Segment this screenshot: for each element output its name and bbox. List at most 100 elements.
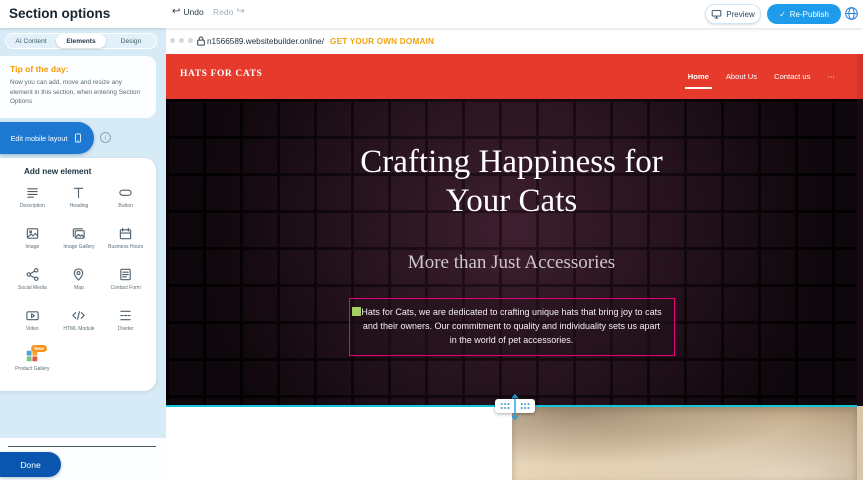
element-label: Product Gallery [15, 366, 49, 372]
preview-scrollbar[interactable] [857, 54, 863, 480]
tip-of-the-day-card: Tip of the day: Now you can add, move an… [0, 56, 156, 118]
element-button[interactable]: Button [102, 183, 149, 219]
edit-mobile-layout-button[interactable]: Edit mobile layout [0, 122, 94, 154]
globe-language-icon[interactable] [844, 6, 859, 21]
nav-more-icon[interactable]: ⋯ [827, 72, 835, 81]
hero-body-text: Hats for Cats, we are dedicated to craft… [361, 307, 661, 345]
done-button[interactable]: Done [0, 452, 61, 477]
element-social-media[interactable]: Social Media [9, 265, 56, 301]
social-media-icon [25, 267, 40, 282]
undo-button[interactable]: ↩ Undo [172, 7, 204, 17]
lock-icon [196, 35, 206, 47]
app-window: Section options ↩ Undo Redo ↪ Preview ✓ … [0, 0, 863, 480]
element-video[interactable]: Video [9, 306, 56, 342]
mobile-phone-icon [73, 131, 83, 145]
redo-icon: ↪ [236, 7, 244, 17]
element-divider[interactable]: Divider [102, 306, 149, 342]
business-hours-icon [118, 226, 133, 241]
element-contact-form[interactable]: Contact Form [102, 265, 149, 301]
element-label: Social Media [18, 285, 47, 291]
tab-ai-content[interactable]: AI Content [6, 34, 56, 48]
element-product-gallery[interactable]: New Product Gallery [9, 347, 56, 383]
grip-dots-icon [520, 402, 530, 410]
element-grid: Description Heading Button Image Image G… [9, 183, 149, 383]
element-label: Divider [118, 326, 134, 332]
add-element-panel: Add new element Description Heading Butt… [0, 158, 156, 391]
element-label: Heading [70, 203, 89, 209]
undo-label: Undo [183, 7, 203, 17]
html-module-icon [71, 308, 86, 323]
editor-main-area: n1566589.websitebuilder.online/GET YOUR … [166, 28, 863, 480]
nav-about-us[interactable]: About Us [726, 72, 757, 81]
check-icon: ✓ [779, 10, 786, 19]
footer-divider [8, 446, 156, 447]
divider-icon [118, 308, 133, 323]
hero-section[interactable]: Crafting Happiness for Your Cats More th… [166, 99, 857, 406]
sidebar-tabs: AI Content Elements Design [5, 33, 157, 49]
redo-label: Redo [213, 7, 233, 17]
preview-label: Preview [726, 10, 754, 19]
site-url[interactable]: n1566589.websitebuilder.online/ [207, 37, 324, 46]
element-label: Business Hours [108, 244, 143, 250]
image-icon [25, 226, 40, 241]
image-gallery-icon [71, 226, 86, 241]
element-label: Video [26, 326, 39, 332]
element-heading[interactable]: Heading [56, 183, 103, 219]
browser-chrome-bar: n1566589.websitebuilder.online/GET YOUR … [166, 28, 863, 54]
get-domain-link[interactable]: GET YOUR OWN DOMAIN [330, 37, 434, 46]
hero-title[interactable]: Crafting Happiness for Your Cats [166, 143, 857, 221]
republish-button[interactable]: ✓ Re-Publish [767, 4, 841, 24]
redo-button[interactable]: Redo ↪ [213, 7, 245, 17]
element-map[interactable]: Map [56, 265, 103, 301]
undo-icon: ↩ [172, 7, 180, 17]
hero-subtitle[interactable]: More than Just Accessories [166, 252, 857, 274]
grip-dots-icon [500, 402, 510, 410]
button-icon [118, 185, 133, 200]
element-image[interactable]: Image [9, 224, 56, 260]
nav-contact-us[interactable]: Contact us [774, 72, 810, 81]
tab-design[interactable]: Design [106, 34, 156, 48]
monitor-icon [711, 9, 722, 20]
element-business-hours[interactable]: Business Hours [102, 224, 149, 260]
map-icon [71, 267, 86, 282]
description-icon [25, 185, 40, 200]
preview-button[interactable]: Preview [705, 4, 761, 24]
element-html-module[interactable]: HTML Module [56, 306, 103, 342]
element-label: Map [74, 285, 84, 291]
tip-title: Tip of the day: [10, 64, 146, 74]
url-bar: n1566589.websitebuilder.online/GET YOUR … [207, 37, 434, 46]
video-icon [25, 308, 40, 323]
hero-text-element-selected[interactable]: Hats for Cats, we are dedicated to craft… [349, 298, 675, 356]
heading-icon [71, 185, 86, 200]
contact-form-icon [118, 267, 133, 282]
hero-title-line2: Your Cats [166, 182, 857, 221]
cat-photo-image [512, 407, 857, 480]
window-dots-icon [170, 38, 193, 43]
new-badge: New [31, 345, 46, 352]
element-label: HTML Module [63, 326, 94, 332]
element-label: Image Gallery [63, 244, 94, 250]
element-label: Contact Form [111, 285, 141, 291]
next-section[interactable] [166, 407, 857, 480]
site-header[interactable]: HATS FOR CATS Home About Us Contact us ⋯ [166, 54, 857, 99]
panel-title: Add new element [24, 167, 91, 176]
info-icon[interactable]: i [100, 132, 111, 143]
edit-mobile-label: Edit mobile layout [11, 134, 68, 143]
element-description[interactable]: Description [9, 183, 56, 219]
top-toolbar: Section options ↩ Undo Redo ↪ Preview ✓ … [0, 0, 863, 28]
tab-elements[interactable]: Elements [56, 34, 106, 48]
site-logo[interactable]: HATS FOR CATS [180, 69, 262, 79]
element-label: Image [25, 244, 39, 250]
republish-label: Re-Publish [790, 10, 829, 19]
element-label: Description [20, 203, 45, 209]
website-preview: HATS FOR CATS Home About Us Contact us ⋯… [166, 54, 863, 480]
site-nav: Home About Us Contact us ⋯ [688, 54, 835, 99]
nav-home[interactable]: Home [688, 72, 709, 81]
drag-handle-icon[interactable] [352, 307, 361, 316]
element-label: Button [118, 203, 132, 209]
page-title: Section options [9, 6, 110, 21]
section-options-sidebar: AI Content Elements Design Tip of the da… [0, 28, 166, 480]
element-image-gallery[interactable]: Image Gallery [56, 224, 103, 260]
hero-title-line1: Crafting Happiness for [166, 143, 857, 182]
section-resize-handle[interactable] [495, 399, 535, 413]
